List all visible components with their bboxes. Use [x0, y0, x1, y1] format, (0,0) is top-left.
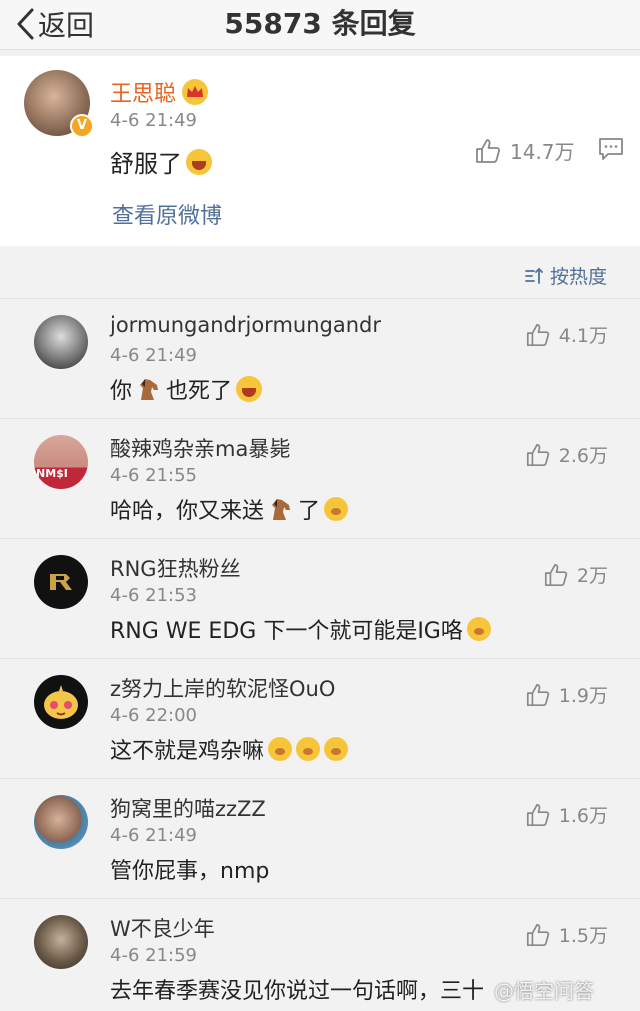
- original-post: V 王思聪 4-6 21:49 舒服了 查看原微博 14.7万: [0, 56, 640, 246]
- avatar[interactable]: [34, 795, 88, 849]
- horse-emoji-icon: [140, 379, 159, 400]
- comment-text: RNG WE EDG 下一个就可能是IG咯: [110, 613, 491, 645]
- comment-like-button[interactable]: 1.9万: [525, 681, 608, 708]
- post-like-button[interactable]: 14.7万: [474, 136, 575, 165]
- comment-like-count: 1.5万: [558, 925, 608, 947]
- comment-author[interactable]: 狗窝里的喵zzZZ: [110, 793, 266, 823]
- view-original-link[interactable]: 查看原微博: [112, 198, 222, 230]
- laugh-emoji-icon: [236, 376, 263, 402]
- rng-logo-icon: [50, 574, 72, 590]
- thumbs-up-icon: [526, 443, 549, 466]
- comment-author[interactable]: RNG狂热粉丝: [110, 553, 241, 583]
- crown-icon: [182, 79, 209, 105]
- comment-like-button[interactable]: 1.6万: [525, 801, 608, 828]
- thumbs-up-icon: [526, 923, 549, 946]
- shy-emoji-icon: [268, 737, 293, 761]
- comment-text: 哈哈，你又来送 了: [110, 493, 349, 525]
- comment-text-part: 哈哈，你又来送: [110, 499, 265, 524]
- comment-time: 4-6 21:59: [110, 945, 197, 966]
- post-time: 4-6 21:49: [110, 110, 197, 131]
- comment-icon[interactable]: [598, 136, 624, 162]
- shy-emoji-icon: [324, 737, 349, 761]
- comment-text-part: 你: [110, 379, 133, 404]
- comment-text-part: 也死了: [166, 379, 233, 404]
- top-bar: 返回 55873 条回复: [0, 0, 640, 50]
- laugh-emoji-icon: [186, 148, 212, 175]
- comment-text: 去年春季赛没见你说过一句话啊，三十: [110, 973, 484, 1005]
- cartoon-face-icon: [44, 685, 78, 719]
- comment-text: 这不就是鸡杂嘛: [110, 733, 349, 765]
- page-title: 55873 条回复: [224, 7, 416, 40]
- comment-text-part: 去年春季赛没见你说过一句话啊，三十: [110, 979, 485, 1004]
- comment-like-count: 2万: [576, 565, 608, 587]
- comment-text-part: 了: [298, 499, 321, 524]
- comment-like-count: 2.6万: [558, 445, 608, 467]
- avatar[interactable]: [34, 915, 88, 969]
- sort-icon: [525, 267, 543, 284]
- post-like-count: 14.7万: [510, 140, 575, 164]
- verified-badge: V: [70, 114, 94, 138]
- comment-list: jormungandrjormungandr 4-6 21:49 你 也死了 4…: [0, 298, 640, 1011]
- thumbs-up-icon: [526, 683, 549, 706]
- post-text-content: 舒服了: [110, 150, 182, 178]
- surprised-emoji-icon: [466, 617, 491, 641]
- comment-like-button[interactable]: 2.6万: [525, 441, 608, 468]
- comment-text: 你 也死了: [110, 373, 263, 405]
- avatar[interactable]: [34, 675, 88, 729]
- avatar[interactable]: V: [24, 70, 94, 138]
- comment-text-part: RNG WE EDG 下一个就可能是IG咯: [110, 619, 463, 644]
- post-author[interactable]: 王思聪: [110, 76, 209, 108]
- comment-item: NM$I 酸辣鸡杂亲ma暴毙 4-6 21:55 哈哈，你又来送 了 2.6万: [0, 418, 640, 538]
- comment-like-count: 4.1万: [558, 325, 608, 347]
- comment-time: 4-6 22:00: [110, 705, 197, 726]
- shy-emoji-icon: [324, 497, 349, 521]
- comment-time: 4-6 21:49: [110, 345, 197, 366]
- sort-by-popularity-button[interactable]: 按热度: [524, 262, 607, 289]
- thumbs-up-icon: [526, 323, 549, 346]
- sort-label: 按热度: [550, 266, 608, 288]
- comment-text-part: 这不就是鸡杂嘛: [110, 739, 265, 764]
- thumbs-up-icon: [544, 563, 568, 586]
- comment-time: 4-6 21:49: [110, 825, 197, 846]
- comment-like-button[interactable]: 4.1万: [525, 321, 608, 348]
- comment-time: 4-6 21:55: [110, 465, 197, 486]
- comment-item: 狗窝里的喵zzZZ 4-6 21:49 管你屁事，nmp 1.6万: [0, 778, 640, 898]
- post-author-name: 王思聪: [110, 82, 177, 107]
- watermark: @悟空问答: [494, 979, 594, 1003]
- thumbs-up-icon: [476, 138, 501, 163]
- comment-author[interactable]: z努力上岸的软泥怪OuO: [110, 673, 335, 703]
- avatar[interactable]: [34, 315, 88, 369]
- post-text: 舒服了: [110, 144, 212, 179]
- comment-text: 管你屁事，nmp: [110, 853, 269, 885]
- comment-author[interactable]: jormungandrjormungandr: [110, 313, 381, 337]
- avatar[interactable]: [34, 555, 88, 609]
- shy-emoji-icon: [296, 737, 321, 761]
- horse-emoji-icon: [272, 499, 291, 520]
- avatar-text: NM$I: [36, 467, 68, 480]
- comment-like-count: 1.9万: [558, 685, 608, 707]
- comment-like-count: 1.6万: [558, 805, 608, 827]
- comment-text-part: 管你屁事，nmp: [110, 859, 270, 884]
- comment-time: 4-6 21:53: [110, 585, 197, 606]
- comment-author[interactable]: W不良少年: [110, 913, 215, 943]
- comment-item: z努力上岸的软泥怪OuO 4-6 22:00 这不就是鸡杂嘛 1.9万: [0, 658, 640, 778]
- comment-author[interactable]: 酸辣鸡杂亲ma暴毙: [110, 433, 290, 463]
- comment-item: RNG狂热粉丝 4-6 21:53 RNG WE EDG 下一个就可能是IG咯 …: [0, 538, 640, 658]
- comment-like-button[interactable]: 2万: [543, 561, 608, 588]
- thumbs-up-icon: [526, 803, 549, 826]
- comment-like-button[interactable]: 1.5万: [525, 921, 608, 948]
- avatar[interactable]: NM$I: [34, 435, 88, 489]
- comment-item: jormungandrjormungandr 4-6 21:49 你 也死了 4…: [0, 298, 640, 418]
